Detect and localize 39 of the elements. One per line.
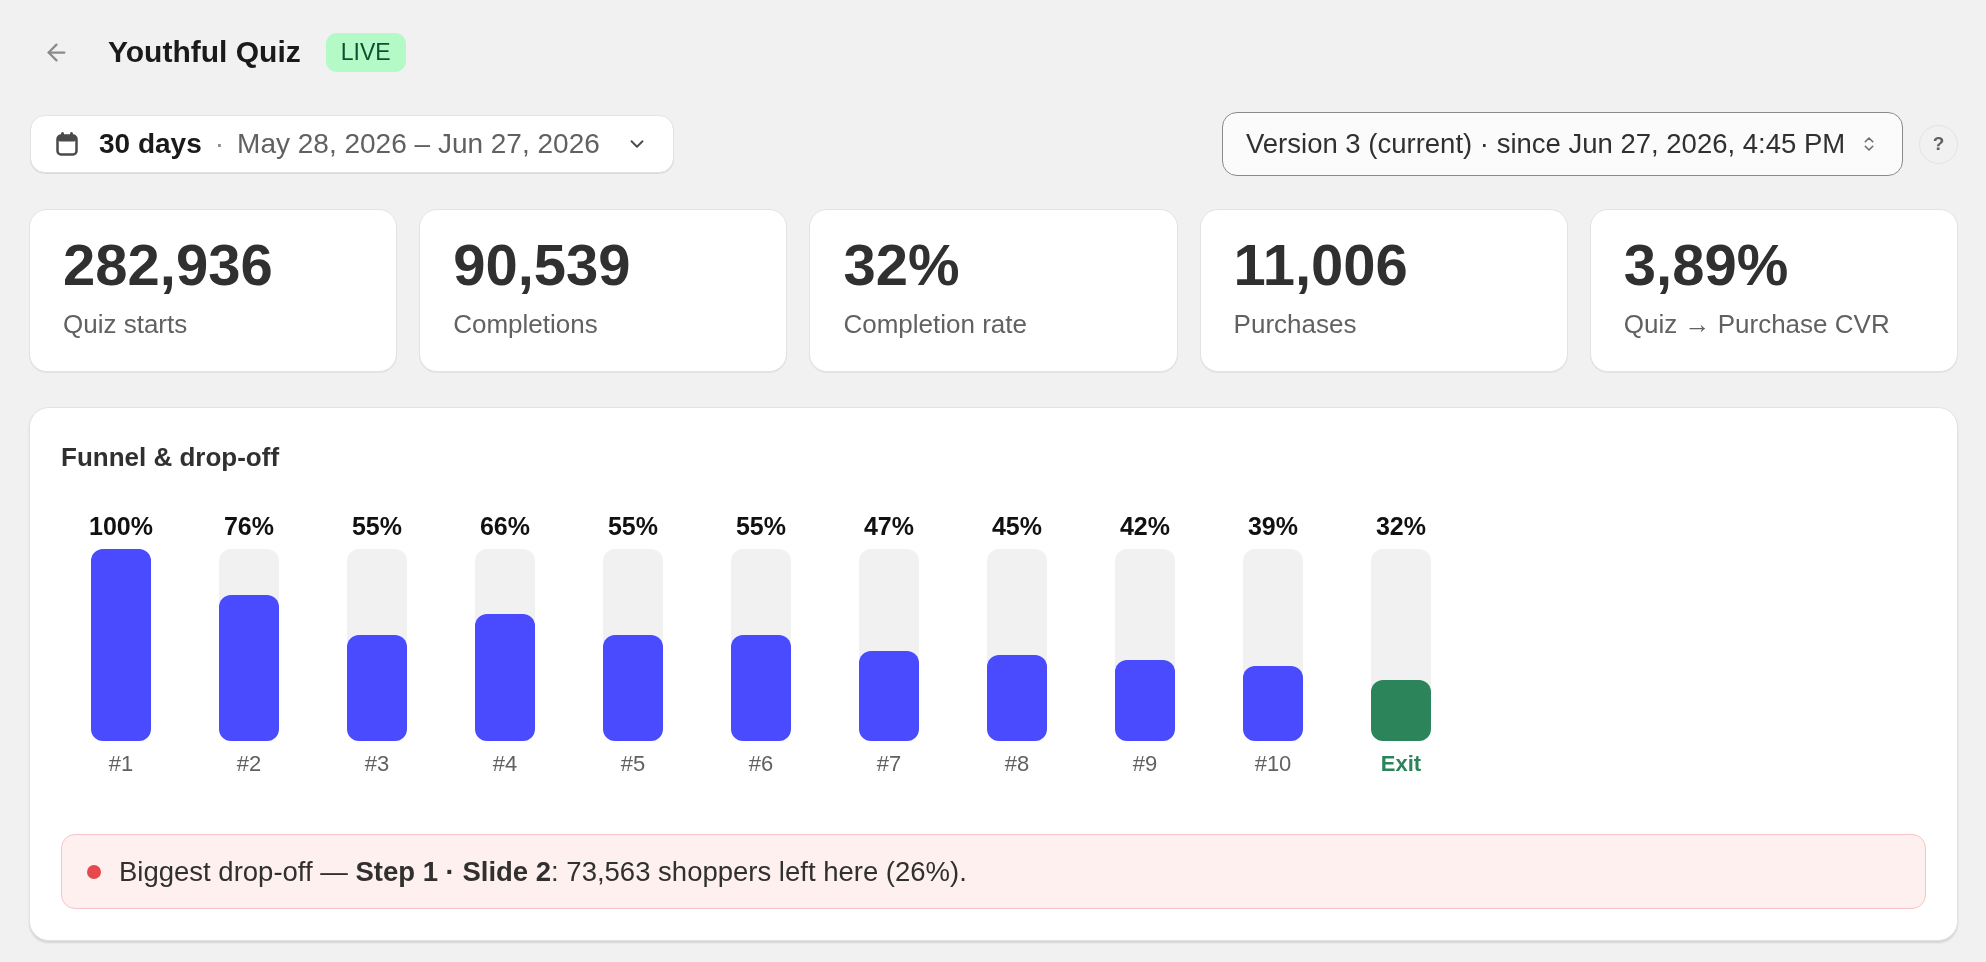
stat-label: Purchases <box>1233 308 1358 340</box>
stat-value: 90,539 <box>453 236 632 294</box>
stat-label: Completion rate <box>843 308 1028 340</box>
step-label: #3 <box>364 750 390 778</box>
step-percentage: 45% <box>991 511 1042 541</box>
step-percentage: 55% <box>735 511 786 541</box>
funnel-title: Funnel & drop-off <box>61 441 281 473</box>
step-label: #4 <box>492 750 518 778</box>
step-label: #7 <box>876 750 902 778</box>
calendar-icon <box>56 132 78 156</box>
version-select[interactable]: Version 3 (current) · since Jun 27, 2026, 4:45 PM <box>1222 112 1903 176</box>
step-percentage: 55% <box>607 511 658 541</box>
step-percentage: 42% <box>1119 511 1170 541</box>
page-title: Youthful Quiz <box>108 34 301 70</box>
step-label: #8 <box>1004 750 1030 778</box>
step-label: Exit <box>1380 750 1422 778</box>
step-percentage: 100% <box>89 511 153 541</box>
step-percentage: 76% <box>223 511 274 541</box>
stat-label: Quiz starts <box>63 308 189 340</box>
step-label: #10 <box>1254 750 1292 778</box>
step-label: #1 <box>108 750 134 778</box>
stat-value: 32% <box>843 236 961 294</box>
stat-value: 3,89% <box>1623 236 1790 294</box>
stat-value: 11,006 <box>1233 236 1409 294</box>
step-label: #2 <box>236 750 262 778</box>
step-percentage: 55% <box>351 511 402 541</box>
stat-label: Quiz → Purchase CVR <box>1623 308 1891 340</box>
step-label: #5 <box>620 750 646 778</box>
step-percentage: 39% <box>1247 511 1298 541</box>
status-badge: LIVE <box>325 32 406 72</box>
date-range-button[interactable]: 30 days · May 28, 2026 – Jun 27, 2026 <box>30 115 674 173</box>
stat-value: 282,936 <box>63 236 274 294</box>
step-label: #9 <box>1132 750 1158 778</box>
step-percentage: 32% <box>1375 511 1426 541</box>
step-percentage: 66% <box>479 511 530 541</box>
step-percentage: 47% <box>863 511 914 541</box>
stat-label: Completions <box>453 308 599 340</box>
step-label: #6 <box>748 750 774 778</box>
alert-text: Biggest drop-off — Step 1 · Slide 2: 73,563 shoppers left here (26%). <box>119 854 967 889</box>
